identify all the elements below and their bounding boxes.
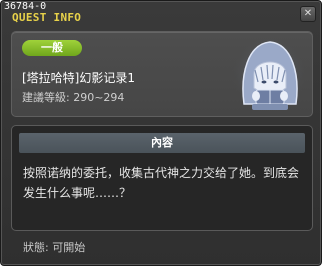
quest-summary-panel: 一般 [塔拉哈特]幻影记录1 建議等級: 290~294 [11,31,313,117]
content-description: 按照诺纳的委托，收集古代神之力交给了她。到底会发生什么事呢……？ [23,166,300,200]
window-title: QUEST INFO [12,11,82,24]
quest-level-range: 建議等級: 290~294 [22,91,125,104]
quest-name: [塔拉哈特]幻影记录1 [22,71,135,85]
close-icon: ✕ [303,8,313,19]
close-button[interactable]: ✕ [300,6,316,22]
hooded-npc-portrait-icon [231,36,307,112]
quest-info-window: 36784-0 QUEST INFO ✕ 一般 [塔拉哈特]幻影记录1 建議等級… [0,0,322,266]
quest-status: 狀態: 可開始 [23,241,86,254]
quest-category-badge: 一般 [22,40,82,56]
quest-content-panel: 內容 按照诺纳的委托，收集古代神之力交给了她。到底会发生什么事呢……？ [11,125,313,231]
content-header: 內容 [19,133,305,153]
